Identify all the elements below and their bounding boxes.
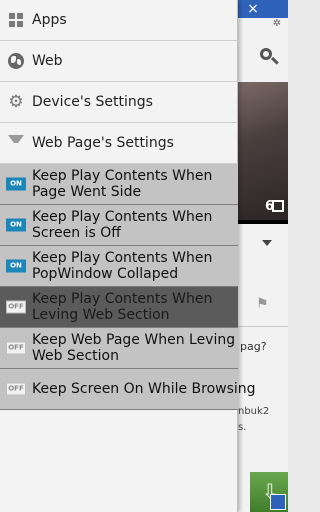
divider — [238, 326, 288, 327]
chevron-down-icon[interactable] — [262, 240, 272, 246]
setting-keep-play-screen-off[interactable]: ON Keep Play Contents When Screen is Off — [0, 205, 238, 246]
resize-icon[interactable] — [270, 494, 286, 510]
search-icon-handle — [271, 56, 279, 65]
setting-keep-play-popwindow[interactable]: ON Keep Play Contents When PopWindow Col… — [0, 246, 238, 287]
setting-label: Keep Screen On While Browsing — [32, 381, 256, 397]
setting-keep-play-page-side[interactable]: ON Keep Play Contents When Page Went Sid… — [0, 164, 238, 205]
setting-label: Keep Play Contents When PopWindow Collap… — [32, 250, 213, 282]
menu-item-label: Device's Settings — [32, 94, 153, 110]
setting-label: Keep Web Page When Leving Web Section — [32, 332, 236, 364]
menu-item-device-settings[interactable]: ⚙ Device's Settings — [0, 82, 238, 123]
setting-label: Keep Play Contents When Page Went Side — [32, 168, 213, 200]
comment-text-1: nbuk2 — [238, 406, 270, 417]
menu-item-apps[interactable]: Apps — [0, 0, 238, 41]
menu-item-label: Web Page's Settings — [32, 135, 174, 151]
navigation-drawer: Apps Web ⚙ Device's Settings Web Page's … — [0, 0, 256, 512]
setting-label: Keep Play Contents When Screen is Off — [32, 209, 213, 241]
fullscreen-icon[interactable] — [272, 200, 284, 212]
setting-label: Keep Play Contents When Leving Web Secti… — [32, 291, 213, 323]
menu-item-web[interactable]: Web — [0, 41, 238, 82]
pin-icon[interactable]: ✲ — [268, 18, 286, 32]
menu-item-label: Apps — [32, 12, 67, 28]
menu-item-web-page-settings[interactable]: Web Page's Settings — [0, 123, 238, 164]
comment-text-2: s. — [238, 422, 247, 433]
setting-keep-play-leaving-web[interactable]: OFF Keep Play Contents When Leving Web S… — [0, 287, 238, 328]
toggle-switch[interactable]: ON — [6, 259, 26, 273]
grid-icon — [8, 12, 24, 28]
search-icon[interactable] — [258, 46, 280, 68]
toggle-switch[interactable]: OFF — [6, 300, 26, 314]
setting-keep-screen-on[interactable]: OFF Keep Screen On While Browsing — [0, 369, 256, 410]
toggle-switch[interactable]: OFF — [6, 341, 26, 355]
close-icon[interactable]: × — [244, 0, 262, 18]
setting-keep-web-page-leaving[interactable]: OFF Keep Web Page When Leving Web Sectio… — [0, 328, 238, 369]
toggle-switch[interactable]: ON — [6, 218, 26, 232]
video-bottom-bar — [238, 220, 288, 224]
gear-icon: ⚙ — [8, 92, 24, 112]
toggle-switch[interactable]: ON — [6, 177, 26, 191]
menu-item-label: Web — [32, 53, 63, 69]
globe-icon — [8, 53, 24, 69]
question-text: pag? — [240, 340, 267, 353]
toggle-switch[interactable]: OFF — [6, 382, 26, 396]
flag-icon[interactable]: ⚑ — [256, 296, 269, 312]
triangle-down-icon — [8, 135, 24, 151]
